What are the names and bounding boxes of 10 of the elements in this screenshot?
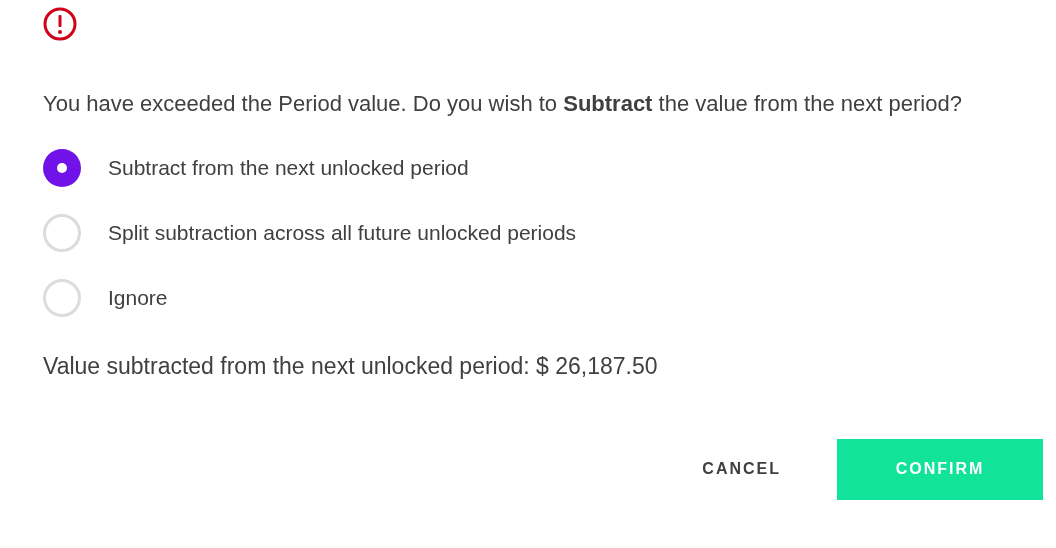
message-text: You have exceeded the Period value. Do you wish to Subtract the value from the next period? — [43, 90, 963, 118]
alert-icon — [43, 7, 77, 41]
option-label: Subtract from the next unlocked period — [108, 155, 469, 182]
cancel-button[interactable]: CANCEL — [674, 438, 809, 500]
summary-text: Value subtracted from the next unlocked period: $ 26,187.50 — [43, 352, 659, 381]
option-label: Split subtraction across all future unlocked periods — [108, 220, 577, 247]
radio-button[interactable] — [43, 149, 81, 187]
radio-button[interactable] — [43, 214, 81, 252]
radio-button[interactable] — [43, 279, 81, 317]
option-label: Ignore — [108, 285, 168, 312]
